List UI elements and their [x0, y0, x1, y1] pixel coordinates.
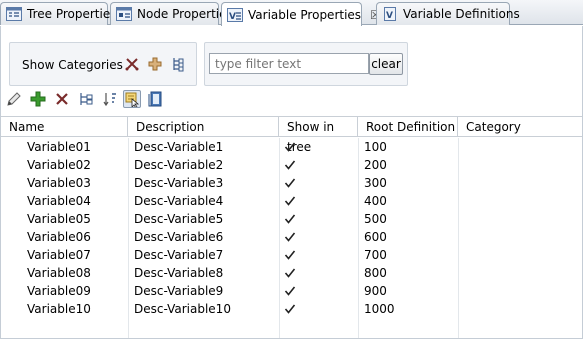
sort-icon[interactable] [101, 90, 119, 108]
cell-root-definition: 900 [364, 284, 387, 298]
variable-properties-icon: V [227, 7, 243, 22]
cell-description: Desc-Variable4 [134, 194, 224, 208]
table-row[interactable]: Variable07 Desc-Variable7 700 [1, 246, 582, 264]
tab-variable-properties[interactable]: V Variable Properties ☒ [221, 2, 381, 26]
cell-description: Desc-Variable3 [134, 176, 224, 190]
node-properties-icon [116, 7, 132, 21]
variables-table: Name Description Show in tree Root Defin… [1, 116, 582, 338]
cell-root-definition: 500 [364, 212, 387, 226]
tab-tree-properties[interactable]: Tree Properties [0, 2, 116, 25]
tab-label: Variable Properties [248, 7, 362, 22]
cell-description: Desc-Variable8 [134, 266, 224, 280]
show-in-tree-checkbox[interactable] [284, 267, 296, 279]
show-categories-group: Show Categories [9, 42, 197, 86]
tab-label: Tree Properties [27, 7, 117, 21]
show-in-tree-checkbox[interactable] [284, 213, 296, 225]
table-row[interactable]: Variable01 Desc-Variable1 100 [1, 138, 582, 156]
add-icon[interactable] [29, 90, 47, 108]
variable-properties-view: Show Categories clear [0, 26, 583, 339]
cell-root-definition: 1000 [364, 302, 395, 316]
tree-structure-icon[interactable] [170, 56, 186, 72]
delete-icon[interactable] [53, 90, 71, 108]
show-in-tree-checkbox[interactable] [284, 141, 296, 153]
table-row[interactable]: Variable02 Desc-Variable2 200 [1, 156, 582, 174]
show-in-tree-checkbox[interactable] [284, 159, 296, 171]
cell-name: Variable02 [27, 158, 91, 172]
svg-text:V: V [229, 12, 236, 22]
table-row[interactable]: Variable06 Desc-Variable6 600 [1, 228, 582, 246]
column-header-description[interactable]: Description [128, 117, 279, 137]
hierarchy-icon[interactable] [77, 90, 95, 108]
show-in-tree-checkbox[interactable] [284, 303, 296, 315]
cell-name: Variable04 [27, 194, 91, 208]
cell-name: Variable01 [27, 140, 91, 154]
cell-root-definition: 200 [364, 158, 387, 172]
show-in-tree-checkbox[interactable] [284, 177, 296, 189]
table-row[interactable]: Variable04 Desc-Variable4 400 [1, 192, 582, 210]
cell-description: Desc-Variable1 [134, 140, 224, 154]
cell-description: Desc-Variable5 [134, 212, 224, 226]
cell-name: Variable03 [27, 176, 91, 190]
variable-definitions-icon: V [382, 7, 398, 21]
show-categories-label: Show Categories [22, 58, 123, 72]
tab-variable-definitions[interactable]: V Variable Definitions [376, 2, 520, 25]
column-header-name[interactable]: Name [1, 117, 128, 137]
cell-root-definition: 700 [364, 248, 387, 262]
view-tab-bar: Tree Properties Node Properties V Variab… [0, 0, 583, 26]
column-header-category[interactable]: Category [458, 117, 582, 137]
cell-name: Variable06 [27, 230, 91, 244]
table-row[interactable]: Variable03 Desc-Variable3 300 [1, 174, 582, 192]
show-in-tree-checkbox[interactable] [284, 195, 296, 207]
svg-text:V: V [386, 11, 393, 21]
column-header-show-in-tree[interactable]: Show in tree [279, 117, 358, 154]
cell-name: Variable07 [27, 248, 91, 262]
cell-name: Variable05 [27, 212, 91, 226]
cell-description: Desc-Variable6 [134, 230, 224, 244]
show-in-tree-checkbox[interactable] [284, 249, 296, 261]
table-row[interactable]: Variable09 Desc-Variable9 900 [1, 282, 582, 300]
tree-properties-icon [6, 7, 22, 21]
tab-node-properties[interactable]: Node Properties [110, 2, 233, 25]
clear-button[interactable]: clear [369, 53, 403, 75]
table-row[interactable]: Variable08 Desc-Variable8 800 [1, 264, 582, 282]
cut-icon[interactable] [124, 56, 140, 72]
cell-name: Variable09 [27, 284, 91, 298]
cell-description: Desc-Variable10 [134, 302, 231, 316]
table-row[interactable]: Variable05 Desc-Variable5 500 [1, 210, 582, 228]
cell-root-definition: 300 [364, 176, 387, 190]
cell-description: Desc-Variable2 [134, 158, 224, 172]
cell-root-definition: 600 [364, 230, 387, 244]
tab-label: Variable Definitions [403, 7, 520, 21]
cell-description: Desc-Variable9 [134, 284, 224, 298]
cell-root-definition: 800 [364, 266, 387, 280]
cell-name: Variable10 [27, 302, 91, 316]
table-header: Name Description Show in tree Root Defin… [1, 117, 582, 154]
cell-name: Variable08 [27, 266, 91, 280]
cell-root-definition: 400 [364, 194, 387, 208]
cell-root-definition: 100 [364, 140, 387, 154]
book-icon[interactable] [147, 90, 165, 108]
cell-description: Desc-Variable7 [134, 248, 224, 262]
filter-input[interactable] [209, 53, 369, 74]
edit-icon[interactable] [5, 90, 23, 108]
column-header-root-definition[interactable]: Root Definition [358, 117, 458, 137]
tab-label: Node Properties [137, 7, 233, 21]
table-row[interactable]: Variable10 Desc-Variable10 1000 [1, 300, 582, 318]
show-in-tree-checkbox[interactable] [284, 231, 296, 243]
add-category-icon[interactable] [147, 56, 163, 72]
filter-group: clear [204, 42, 408, 86]
show-in-tree-checkbox[interactable] [284, 285, 296, 297]
show-in-tree-icon[interactable] [123, 90, 141, 109]
